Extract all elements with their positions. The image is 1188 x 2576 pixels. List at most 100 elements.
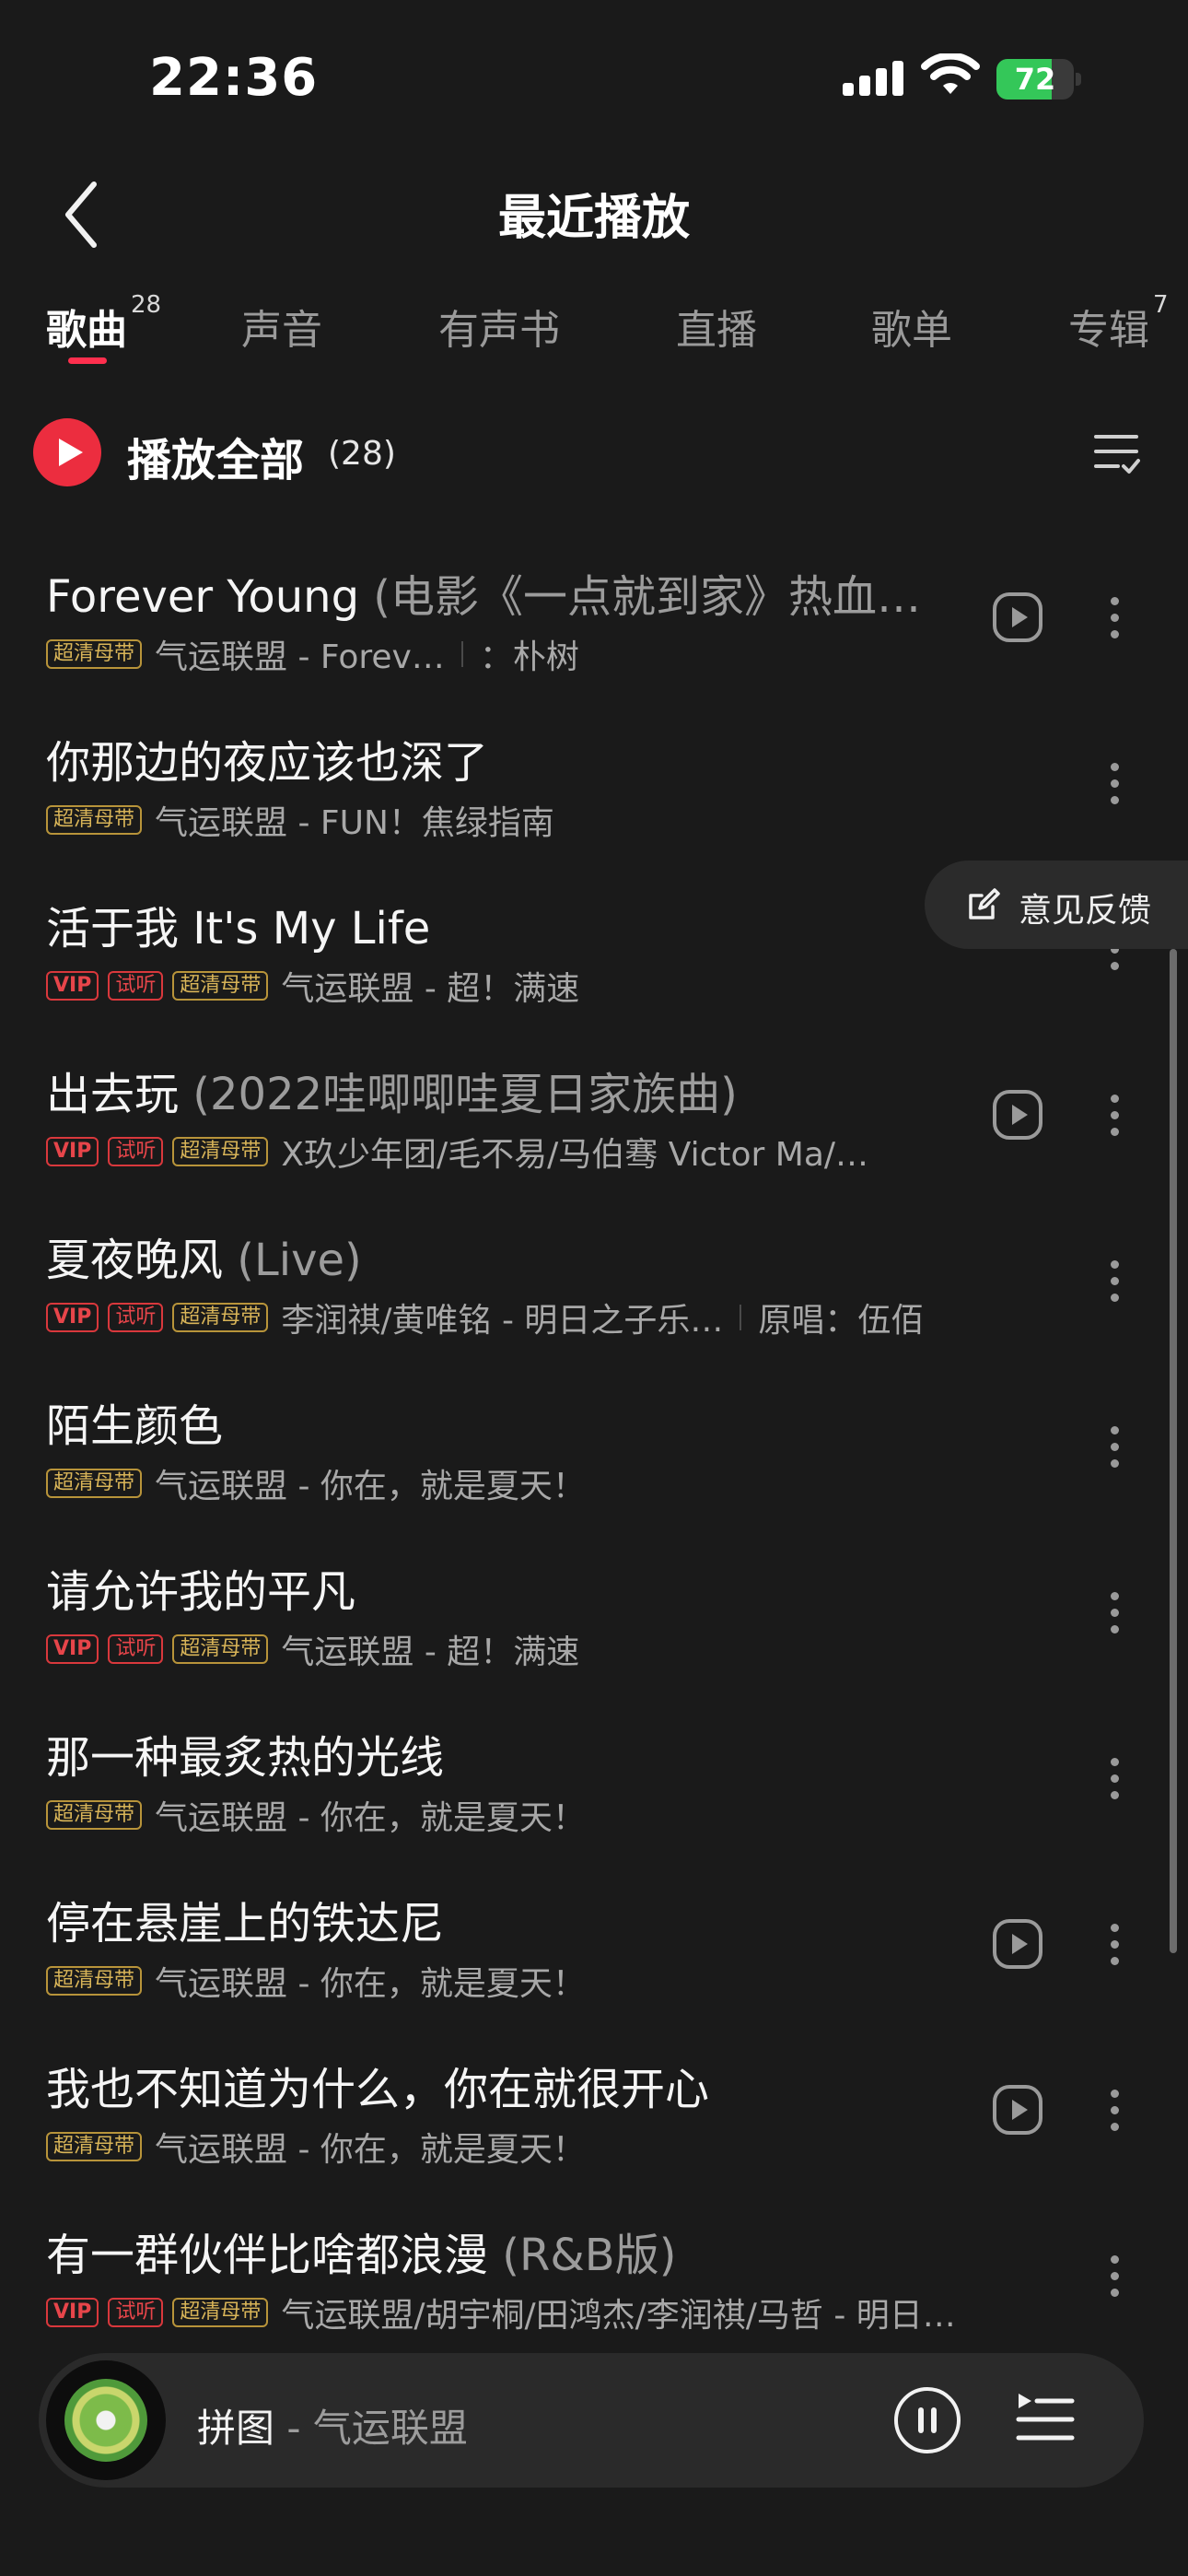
mv-play-icon[interactable] <box>992 2084 1043 2136</box>
song-meta: VIP 试听 超清母带 气运联盟 - 超！满速 <box>46 1627 976 1671</box>
song-title: 我也不知道为什么，你在就很开心 <box>46 2053 939 2117</box>
more-icon[interactable] <box>1100 588 1129 647</box>
mv-play-icon[interactable] <box>992 1089 1043 1141</box>
hq-master-badge: 超清母带 <box>172 2298 269 2327</box>
song-meta: 超清母带 气运联盟 - 你在，就是夏天！ <box>46 1959 976 2003</box>
song-title-main: 请允许我的平凡 <box>46 1566 356 1618</box>
hq-master-badge: 超清母带 <box>46 639 143 669</box>
song-row[interactable]: 那一种最炙热的光线超清母带 气运联盟 - 你在，就是夏天！ <box>0 1704 1188 1870</box>
tab-sounds[interactable]: 声音 <box>241 297 322 356</box>
tab-songs[interactable]: 歌曲28 <box>46 291 161 356</box>
more-icon[interactable] <box>1100 2080 1129 2139</box>
song-title-sub: (R&B版) <box>502 2230 677 2281</box>
tab-playlists[interactable]: 歌单 <box>871 297 952 356</box>
album-disc[interactable] <box>46 2360 166 2480</box>
song-row[interactable]: 夏夜晚风 (Live) VIP 试听 超清母带 李润祺/黄唯铭 - 明日之子乐… 原唱：伍… <box>0 1207 1188 1373</box>
song-title-sub: (Live) <box>237 1235 362 1286</box>
hq-master-badge: 超清母带 <box>172 1634 269 1664</box>
hq-master-badge: 超清母带 <box>46 1800 143 1830</box>
song-title: 你那边的夜应该也深了 <box>46 726 939 790</box>
song-meta: 超清母带 气运联盟 - 你在，就是夏天！ <box>46 1793 976 1837</box>
trial-badge: 试听 <box>108 1137 164 1166</box>
play-all-label[interactable]: 播放全部 <box>127 424 304 488</box>
scrollbar[interactable] <box>1170 949 1177 1953</box>
song-meta: VIP 试听 超清母带 气运联盟/胡宇桐/田鸿杰/李润祺/马哲 - 明日之… <box>46 2290 976 2335</box>
hq-master-badge: 超清母带 <box>46 2132 143 2161</box>
tab-albums[interactable]: 专辑7 <box>1068 291 1169 356</box>
song-artist-album: 气运联盟 - 你在，就是夏天！ <box>155 2131 586 2169</box>
more-icon[interactable] <box>1100 754 1129 813</box>
song-title: 停在悬崖上的铁达尼 <box>46 1887 939 1951</box>
song-row[interactable]: 有一群伙伴比啥都浪漫 (R&B版) VIP 试听 超清母带 气运联盟/胡宇桐/田鸿杰/李… <box>0 2202 1188 2368</box>
album-art <box>64 2379 147 2462</box>
mv-play-icon[interactable] <box>992 591 1043 643</box>
song-row[interactable]: 请允许我的平凡 VIP 试听 超清母带 气运联盟 - 超！满速 <box>0 1539 1188 1704</box>
sort-icon[interactable] <box>1092 427 1140 479</box>
song-artist-album: 气运联盟 - 你在，就是夏天！ <box>155 1799 586 1837</box>
song-meta: 超清母带 气运联盟 - 你在，就是夏天！ <box>46 2125 976 2169</box>
mv-play-icon[interactable] <box>992 1918 1043 1970</box>
tab-count: 28 <box>131 291 162 320</box>
tab-bar: 歌曲28 声音 有声书 直播 歌单 专辑7 <box>0 286 1188 369</box>
feedback-button[interactable]: 意见反馈 <box>925 861 1188 949</box>
play-all-bar[interactable]: 播放全部 (28) <box>0 405 1188 498</box>
song-row[interactable]: 陌生颜色 超清母带 气运联盟 - 你在，就是夏天！ <box>0 1373 1188 1539</box>
original-singer: ：朴树 <box>479 638 579 676</box>
feedback-label: 意见反馈 <box>1019 892 1152 930</box>
more-icon[interactable] <box>1100 1914 1129 1973</box>
vip-badge: VIP <box>46 1137 99 1166</box>
song-artist-album: 气运联盟 - 超！满速 <box>281 970 580 1008</box>
trial-badge: 试听 <box>108 1634 164 1664</box>
tab-indicator <box>68 357 107 364</box>
mini-player[interactable]: 拼图 - 气运联盟 <box>39 2353 1144 2488</box>
playlist-icon[interactable] <box>1015 2390 1076 2449</box>
tab-count: 7 <box>1153 291 1169 320</box>
play-all-count: (28) <box>328 435 396 473</box>
now-playing-title[interactable]: 拼图 - 气运联盟 <box>197 2397 468 2453</box>
more-icon[interactable] <box>1100 1251 1129 1310</box>
tab-label: 专辑 <box>1068 307 1149 354</box>
song-artist-album: 气运联盟 - 超！满速 <box>281 1633 580 1671</box>
song-row[interactable]: 停在悬崖上的铁达尼超清母带 气运联盟 - 你在，就是夏天！ <box>0 1870 1188 2036</box>
more-icon[interactable] <box>1100 2246 1129 2305</box>
song-row[interactable]: 你那边的夜应该也深了超清母带 气运联盟 - FUN！焦绿指南 <box>0 709 1188 875</box>
meta-divider <box>460 641 463 667</box>
status-bar: 22:36 72 <box>0 0 1188 157</box>
tab-label: 歌单 <box>871 307 952 354</box>
vip-badge: VIP <box>46 1303 99 1332</box>
now-playing-artist: 气运联盟 <box>312 2406 468 2451</box>
edit-icon <box>969 888 1000 919</box>
song-artist-album: 气运联盟 - 你在，就是夏天！ <box>155 1468 586 1505</box>
play-icon[interactable] <box>33 418 101 486</box>
song-row[interactable]: Forever Young (电影《一点就到家》热血… 超清母带 气运联盟 - Fo… <box>0 544 1188 709</box>
song-title: 出去玩 (2022哇唧唧哇夏日家族曲) <box>46 1058 939 1122</box>
song-meta: 超清母带 气运联盟 - FUN！焦绿指南 <box>46 798 976 842</box>
tab-label: 有声书 <box>438 307 560 354</box>
song-meta: VIP 试听 超清母带 李润祺/黄唯铭 - 明日之子乐… 原唱：伍佰 <box>46 1295 976 1340</box>
trial-badge: 试听 <box>108 1303 164 1332</box>
tab-live[interactable]: 直播 <box>676 297 757 356</box>
song-title: Forever Young (电影《一点就到家》热血… <box>46 560 939 625</box>
song-title-main: 我也不知道为什么，你在就很开心 <box>46 2064 710 2115</box>
more-icon[interactable] <box>1100 1417 1129 1476</box>
vip-badge: VIP <box>46 1634 99 1664</box>
now-playing-song: 拼图 <box>197 2406 275 2451</box>
more-icon[interactable] <box>1100 1749 1129 1808</box>
song-row[interactable]: 我也不知道为什么，你在就很开心超清母带 气运联盟 - 你在，就是夏天！ <box>0 2036 1188 2202</box>
more-icon[interactable] <box>1100 1085 1129 1144</box>
song-title-sub: (电影《一点就到家》热血… <box>373 571 922 623</box>
song-title-main: 那一种最炙热的光线 <box>46 1732 445 1784</box>
song-title-main: 出去玩 <box>46 1069 180 1120</box>
hq-master-badge: 超清母带 <box>172 971 269 1001</box>
song-row[interactable]: 出去玩 (2022哇唧唧哇夏日家族曲) VIP 试听 超清母带 X玖少年团/毛不易/马伯… <box>0 1041 1188 1207</box>
more-icon[interactable] <box>1100 1583 1129 1642</box>
song-title-main: 停在悬崖上的铁达尼 <box>46 1898 445 1950</box>
trial-badge: 试听 <box>108 971 164 1001</box>
battery-percent: 72 <box>1014 62 1056 97</box>
pause-icon[interactable] <box>891 2384 963 2456</box>
tab-audiobooks[interactable]: 有声书 <box>438 297 560 356</box>
header: 最近播放 <box>0 157 1188 267</box>
trial-badge: 试听 <box>108 2298 164 2327</box>
tab-label: 直播 <box>676 307 757 354</box>
meta-divider <box>740 1305 742 1330</box>
